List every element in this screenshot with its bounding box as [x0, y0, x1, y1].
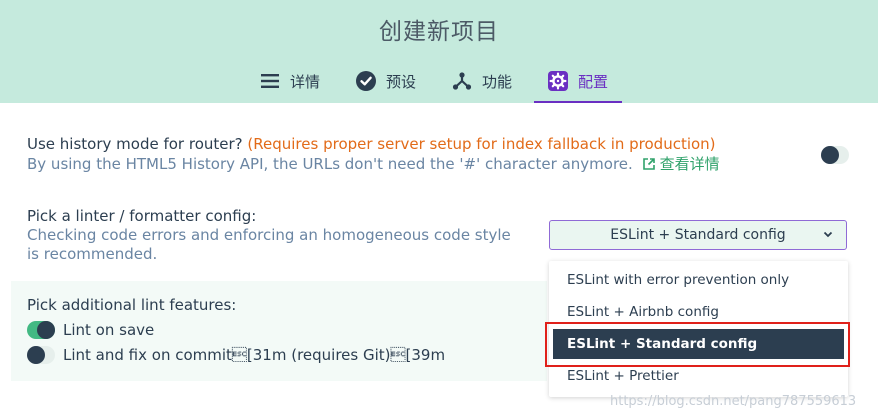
router-history-desc-line: By using the HTML5 History API, the URLs… [27, 155, 865, 176]
lint-features-label: Pick additional lint features: [27, 296, 237, 314]
dropdown-option[interactable]: ESLint + Prettier [549, 361, 848, 391]
list-icon [260, 71, 280, 91]
tab-bar: 详情 预设 功能 配置 [246, 60, 623, 103]
watermark: https://blog.csdn.net/pang787559613 [610, 394, 857, 409]
check-circle-icon [356, 71, 377, 91]
linter-setting: Pick a linter / formatter config: Checki… [11, 207, 531, 264]
linter-label: Pick a linter / formatter config: [27, 207, 257, 225]
router-history-warning: (Requires proper server setup for index … [247, 135, 716, 153]
router-history-label: Use history mode for router? [27, 135, 243, 153]
lint-on-save-option[interactable]: Lint on save [27, 321, 154, 339]
router-history-toggle[interactable] [821, 146, 849, 164]
dropdown-option[interactable]: ESLint + Airbnb config [549, 297, 848, 327]
dropdown-option[interactable]: ESLint with error prevention only [549, 265, 848, 295]
gear-icon [548, 71, 569, 91]
more-info-link[interactable]: 查看详情 [638, 155, 720, 173]
toggle-knob [821, 146, 839, 164]
router-history-setting: Use history mode for router? (Requires p… [11, 135, 865, 176]
tab-config-label: 配置 [578, 72, 609, 91]
external-link-icon [642, 157, 656, 176]
more-info-label: 查看详情 [659, 155, 720, 173]
toggle-knob [37, 321, 55, 339]
tab-config[interactable]: 配置 [534, 60, 623, 103]
tab-features[interactable]: 功能 [438, 60, 526, 102]
tab-details[interactable]: 详情 [246, 60, 334, 102]
lint-features-panel: Pick additional lint features: Lint on s… [11, 281, 547, 381]
tab-presets-label: 预设 [386, 72, 417, 91]
router-history-desc: By using the HTML5 History API, the URLs… [27, 155, 633, 173]
lint-on-save-label: Lint on save [63, 321, 155, 339]
lint-on-commit-label: Lint and fix on commit[31m (requires Gi… [63, 346, 446, 364]
tab-presets[interactable]: 预设 [342, 60, 430, 102]
page-title: 创建新项目 [379, 19, 499, 45]
branch-icon [452, 71, 472, 91]
dropdown-option-selected[interactable]: ESLint + Standard config [553, 329, 844, 359]
tab-details-label: 详情 [290, 72, 321, 91]
linter-dropdown-menu: ESLint with error prevention only ESLint… [549, 261, 848, 397]
chevron-down-icon [822, 228, 834, 244]
linter-select-value: ESLint + Standard config [610, 227, 786, 243]
lint-on-commit-toggle[interactable] [27, 346, 55, 364]
linter-select[interactable]: ESLint + Standard config [549, 220, 847, 250]
lint-on-commit-option[interactable]: Lint and fix on commit[31m (requires Gi… [27, 346, 445, 364]
toggle-knob [27, 346, 45, 364]
tab-features-label: 功能 [482, 72, 513, 91]
lint-on-save-toggle[interactable] [27, 321, 55, 339]
linter-desc: Checking code errors and enforcing an ho… [27, 226, 511, 263]
router-history-label-line: Use history mode for router? (Requires p… [27, 135, 865, 153]
page-header: 创建新项目 详情 预设 功能 配置 [0, 0, 878, 103]
